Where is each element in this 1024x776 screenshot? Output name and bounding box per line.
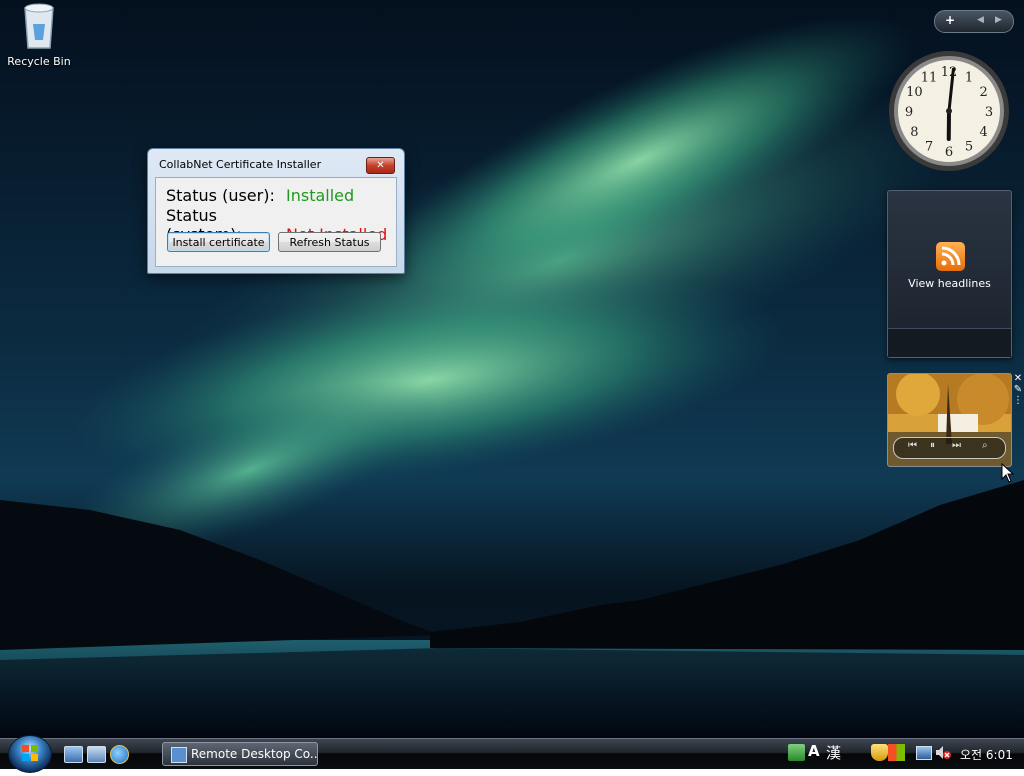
clock-numeral: 10 [906, 85, 923, 100]
security-shield-icon[interactable] [871, 744, 888, 761]
mouse-cursor-icon [1001, 463, 1015, 483]
status-user-label: Status (user): [166, 186, 286, 205]
window-title: CollabNet Certificate Installer [159, 158, 321, 171]
slideshow-gadget[interactable]: ⏮ ⏸ ⏭ ⌕ [887, 373, 1012, 467]
desktop: Recycle Bin CollabNet Certificate Instal… [0, 0, 1024, 738]
clock-numeral: 2 [980, 85, 988, 100]
feed-footer-bar [888, 328, 1011, 357]
feed-headlines-gadget[interactable]: View headlines [887, 190, 1012, 358]
taskbar-button-remote-desktop[interactable]: Remote Desktop Co... [162, 742, 318, 766]
clock-numeral: 7 [925, 140, 933, 155]
windows-logo-icon [9, 736, 51, 772]
close-icon: ✕ [376, 160, 384, 171]
previous-page-icon[interactable]: ◀ [977, 15, 984, 25]
ime-mode-indicator[interactable]: A [808, 742, 820, 760]
window-client-area: Status (user):Installed Status (system):… [155, 177, 397, 267]
previous-icon[interactable]: ⏮ [908, 440, 917, 451]
close-gadget-icon[interactable]: ✕ [1012, 373, 1024, 384]
clock-numeral: 5 [965, 140, 973, 155]
clock-numeral: 1 [965, 70, 973, 85]
clock-numeral: 3 [985, 105, 993, 120]
clock-numeral: 4 [980, 125, 988, 140]
slideshow-controls: ⏮ ⏸ ⏭ ⌕ [893, 437, 1006, 459]
clock-gadget[interactable]: 12 12 3 45678 9 1011 [887, 49, 1011, 173]
sidebar-gadget-controls: + ◀ ▶ [934, 10, 1014, 33]
clock-numeral: 9 [905, 105, 913, 120]
internet-explorer-icon[interactable] [110, 745, 129, 764]
windows-update-icon[interactable] [888, 744, 905, 761]
next-icon[interactable]: ⏭ [952, 440, 961, 451]
hanja-conversion-button[interactable]: 漢 [826, 742, 841, 763]
recycle-bin-icon [21, 2, 57, 50]
clock-numeral: 6 [945, 145, 953, 160]
title-bar[interactable]: CollabNet Certificate Installer ✕ [148, 149, 404, 177]
next-page-icon[interactable]: ▶ [995, 15, 1002, 25]
close-button[interactable]: ✕ [366, 157, 395, 174]
volume-muted-icon[interactable] [934, 744, 952, 761]
pause-icon[interactable]: ⏸ [930, 440, 935, 451]
view-icon[interactable]: ⌕ [982, 440, 988, 451]
refresh-status-button[interactable]: Refresh Status [278, 232, 381, 252]
clock-numeral: 11 [921, 70, 938, 85]
rss-icon [936, 242, 965, 271]
clock-numeral: 12 [941, 65, 958, 80]
system-clock[interactable]: 오전 6:01 [960, 746, 1013, 763]
drag-handle-icon[interactable]: ⋮ [1012, 395, 1024, 406]
view-headlines-link[interactable]: View headlines [888, 277, 1011, 290]
taskbar-button-label: Remote Desktop Co... [191, 747, 318, 761]
remote-desktop-icon [171, 747, 187, 763]
options-icon[interactable]: ✎ [1012, 384, 1024, 395]
add-gadget-icon[interactable]: + [945, 13, 955, 27]
desktop-icon-recycle-bin[interactable]: Recycle Bin [6, 2, 72, 68]
taskbar: Remote Desktop Co... A 漢 오전 6:01 [0, 738, 1024, 769]
wallpaper-aurora [0, 0, 1024, 738]
desktop-icon-label: Recycle Bin [6, 55, 72, 68]
install-certificate-button[interactable]: Install certificate [167, 232, 270, 252]
clock-numeral: 8 [910, 125, 918, 140]
status-user-row: Status (user):Installed [166, 186, 354, 205]
show-desktop-icon[interactable] [64, 746, 83, 763]
gadget-toolbar: ✕ ✎ ⋮ [1012, 373, 1024, 419]
switch-windows-icon[interactable] [87, 746, 106, 763]
start-button[interactable] [8, 735, 52, 773]
certificate-installer-window: CollabNet Certificate Installer ✕ Status… [147, 148, 405, 274]
status-user-value: Installed [286, 186, 354, 205]
language-bar-icon[interactable] [788, 744, 805, 761]
network-icon[interactable] [916, 746, 932, 760]
